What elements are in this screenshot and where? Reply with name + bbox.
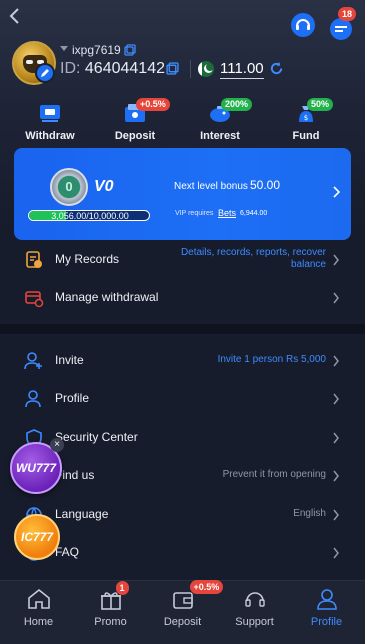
user-id-label: ID: — [60, 60, 81, 77]
withdraw-button[interactable]: Withdraw — [15, 98, 85, 142]
chevron-right-icon — [332, 185, 341, 204]
deposit-label: Deposit — [114, 130, 156, 142]
floating-app-label: WU777 — [15, 461, 56, 475]
copy-icon — [124, 44, 136, 56]
deposit-button[interactable]: +0.5% Deposit — [100, 98, 170, 142]
nav-label: Deposit — [163, 616, 202, 628]
menu-profile[interactable]: Profile — [0, 380, 365, 418]
nav-label: Profile — [310, 616, 343, 628]
svg-text:$: $ — [304, 114, 308, 122]
back-button[interactable] — [8, 6, 28, 30]
profile-icon — [25, 390, 41, 408]
chevron-right-icon — [333, 470, 339, 482]
nav-profile[interactable]: Profile — [290, 581, 363, 644]
menu-manage-withdrawal[interactable]: Manage withdrawal — [0, 279, 365, 317]
vip-medal-icon: 0 — [50, 168, 88, 206]
menu-my-records[interactable]: My Records Details, records, reports, re… — [0, 241, 365, 279]
caret-down-icon — [60, 46, 68, 51]
vip-requires-label: VIP requires — [175, 210, 214, 217]
next-level-bonus-value: 50.00 — [250, 178, 281, 192]
copy-username-button[interactable] — [124, 43, 136, 61]
copy-id-button[interactable] — [166, 62, 179, 80]
nav-promo[interactable]: 1 Promo — [74, 581, 147, 644]
refresh-icon — [270, 61, 283, 75]
section-divider — [0, 324, 365, 334]
menu-value: Details, records, reports, recover balan… — [180, 247, 326, 270]
menu-label: Manage withdrawal — [55, 290, 159, 304]
close-floating-button[interactable]: × — [50, 438, 64, 452]
menu-label: Language — [55, 507, 109, 521]
chevron-left-icon — [9, 8, 19, 24]
nav-deposit[interactable]: +0.5% Deposit — [146, 580, 224, 644]
interest-label: Interest — [200, 130, 240, 142]
refresh-balance-button[interactable] — [269, 61, 284, 81]
interest-button[interactable]: 200% Interest — [185, 98, 255, 142]
vip-bets-link[interactable]: Bets — [218, 208, 236, 218]
chevron-right-icon — [333, 292, 339, 304]
vip-medal-number: 0 — [65, 179, 73, 194]
chevron-right-icon — [333, 509, 339, 521]
copy-icon — [166, 62, 179, 75]
messages-button[interactable]: 18 — [326, 7, 357, 40]
next-level-bonus-label: Next level bonus — [174, 181, 248, 192]
nav-home[interactable]: Home — [2, 581, 75, 644]
pencil-icon — [41, 69, 49, 77]
menu-value: Prevent it from opening — [222, 469, 326, 480]
fund-button[interactable]: $ 50% Fund — [271, 98, 341, 142]
nav-label: Support — [235, 616, 274, 628]
user-id-value: 464044142 — [84, 60, 165, 77]
user-id: ID: 464044142 — [60, 60, 165, 78]
deposit-bonus-badge: +0.5% — [136, 98, 170, 111]
invite-user-icon — [24, 352, 42, 370]
quick-actions: Withdraw +0.5% Deposit 200% Interest $ 5… — [0, 98, 365, 146]
chevron-right-icon — [333, 547, 339, 559]
vip-requires-value: 6,944.00 — [240, 210, 268, 217]
menu-value: Invite 1 person Rs 5,000 — [217, 354, 326, 365]
customer-service-button[interactable] — [290, 12, 316, 38]
pakistan-flag-icon — [198, 61, 214, 77]
top-bar: 18 — [0, 0, 365, 40]
vip-level: V0 — [94, 178, 114, 195]
chevron-right-icon — [333, 355, 339, 367]
divider — [190, 60, 191, 78]
fund-label: Fund — [292, 130, 320, 142]
chevron-right-icon — [333, 254, 339, 266]
records-icon — [26, 251, 42, 268]
edit-avatar-button[interactable] — [35, 63, 55, 83]
menu-label: Profile — [55, 391, 90, 405]
home-icon — [27, 588, 50, 609]
menu-label: Security Center — [55, 430, 138, 444]
menu-value: English — [293, 508, 326, 519]
message-count-badge: 18 — [338, 7, 357, 21]
interest-rate-badge: 200% — [221, 98, 253, 111]
withdraw-icon — [40, 105, 60, 122]
bottom-nav: Home 1 Promo +0.5% Deposit Support Profi… — [0, 580, 365, 644]
profile-icon — [316, 589, 337, 610]
nav-label: Promo — [94, 616, 127, 628]
balance-amount: 111.00 — [220, 60, 264, 79]
fund-rate-badge: 50% — [307, 98, 334, 111]
withdrawal-settings-icon — [25, 291, 44, 308]
vip-progress-text: 3,056.00/10,000.00 — [51, 211, 129, 221]
promo-badge: 1 — [115, 581, 129, 595]
chevron-right-icon — [333, 432, 339, 444]
username: ixpg7619 — [72, 43, 121, 57]
headset-icon — [291, 13, 315, 37]
menu-label: Invite — [55, 353, 84, 367]
withdraw-label: Withdraw — [25, 130, 75, 142]
vip-progress-bar: 3,056.00/10,000.00 — [28, 210, 150, 221]
nav-label: Home — [23, 616, 54, 628]
menu-label: FAQ — [55, 545, 80, 559]
headset-icon — [244, 592, 265, 607]
profile-screen: 18 ixpg7619 ID: 464044142 111.00 Withdra… — [0, 0, 365, 644]
nav-support[interactable]: Support — [218, 581, 291, 644]
floating-app-ic777-button[interactable]: IC777 — [14, 514, 60, 560]
menu-label: My Records — [55, 252, 120, 266]
floating-app-label: IC777 — [20, 530, 54, 544]
vip-card[interactable]: 0 V0 3,056.00/10,000.00 Next level bonus… — [14, 148, 351, 240]
chevron-right-icon — [333, 393, 339, 405]
menu-invite[interactable]: Invite Invite 1 person Rs 5,000 — [0, 342, 365, 380]
